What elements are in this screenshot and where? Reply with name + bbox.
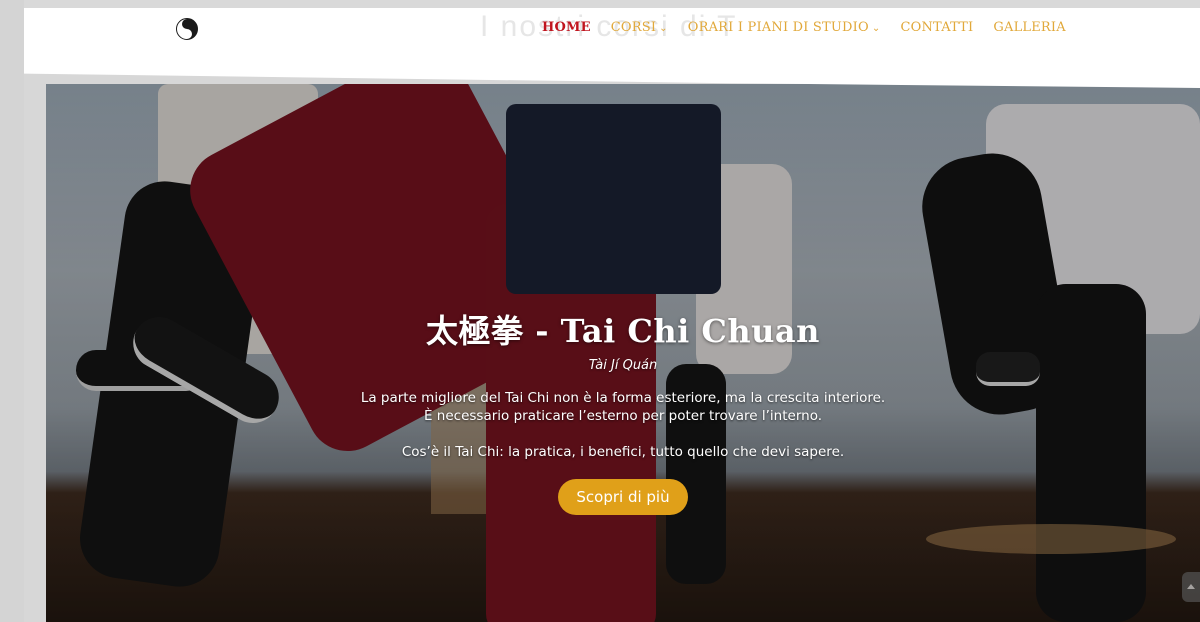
- nav-item-contatti[interactable]: CONTATTI: [900, 20, 973, 35]
- chevron-up-icon[interactable]: [1182, 572, 1200, 602]
- frame-left: [0, 0, 24, 622]
- site-header: I nostri corsi di T HOME CORSI ⌄ ORARI I …: [24, 8, 1200, 88]
- nav-label: CONTATTI: [900, 20, 974, 35]
- nav-item-home[interactable]: HOME: [542, 20, 591, 35]
- quote-line: La parte migliore del Tai Chi non è la f…: [360, 390, 886, 406]
- chevron-down-icon: ⌄: [871, 23, 881, 34]
- nav-item-corsi[interactable]: CORSI ⌄: [611, 20, 668, 35]
- main-nav: HOME CORSI ⌄ ORARI I PIANI DI STUDIO ⌄ CON…: [542, 20, 1086, 35]
- frame-top: [0, 0, 1200, 8]
- hero-content: 太極拳 - Tai Chi Chuan Tài Jí Quán La parte…: [46, 309, 1200, 515]
- quote-line: È necessario praticare l’esterno per pot…: [423, 408, 823, 424]
- hero-subtitle: Tài Jí Quán: [588, 358, 658, 373]
- nav-label: GALLERIA: [993, 20, 1066, 35]
- nav-item-orari[interactable]: ORARI I PIANI DI STUDIO ⌄: [688, 20, 881, 35]
- nav-label: CORSI: [610, 20, 657, 35]
- hero-quote: La parte migliore del Tai Chi non è la f…: [46, 389, 1200, 425]
- discover-more-button[interactable]: Scopri di più: [558, 479, 688, 515]
- nav-item-galleria[interactable]: GALLERIA: [993, 20, 1065, 35]
- nav-label: HOME: [542, 20, 591, 35]
- hero-banner: 太極拳 - Tai Chi Chuan Tài Jí Quán La parte…: [46, 84, 1200, 622]
- nav-label: ORARI I PIANI DI STUDIO: [687, 20, 869, 35]
- hero-lead: Cos’è il Tai Chi: la pratica, i benefici…: [401, 444, 845, 460]
- hero-title: 太極拳 - Tai Chi Chuan: [426, 312, 820, 350]
- yin-yang-icon[interactable]: [176, 18, 198, 40]
- chevron-down-icon: ⌄: [659, 23, 668, 34]
